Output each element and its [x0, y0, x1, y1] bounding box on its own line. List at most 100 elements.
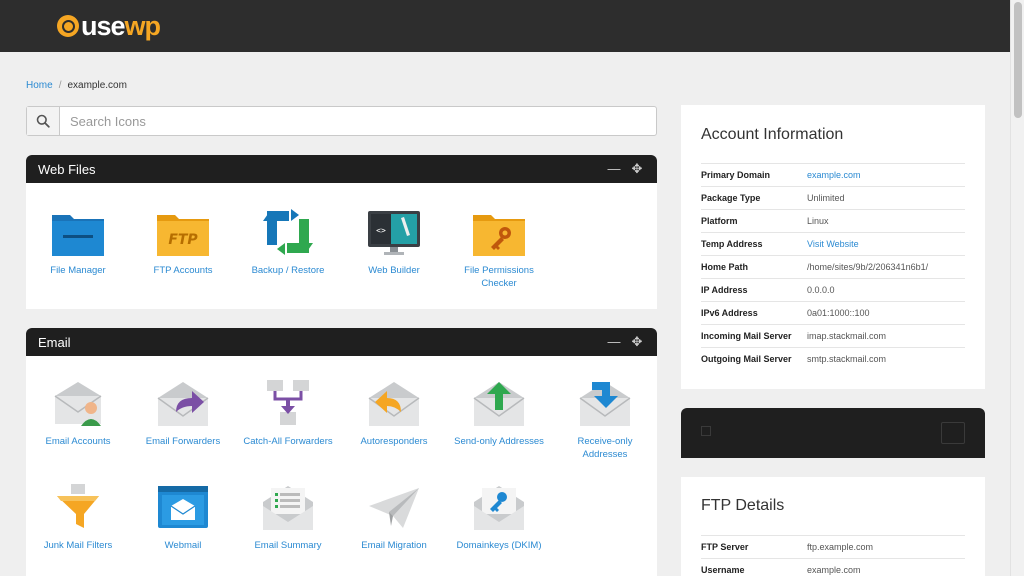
- item-label: Backup / Restore: [251, 265, 325, 276]
- info-row-incoming-mail-server: Incoming Mail Server imap.stackmail.com: [701, 324, 965, 347]
- item-label: Junk Mail Filters: [43, 540, 113, 551]
- panel-header: Email — ✥: [26, 328, 657, 356]
- info-row-primary-domain: Primary Domain example.com: [701, 163, 965, 186]
- receive-only-addresses-item[interactable]: Receive-only Addresses: [560, 376, 650, 461]
- item-label: Web Builder: [368, 265, 420, 276]
- scrollbar-thumb[interactable]: [1014, 2, 1022, 118]
- info-key: Primary Domain: [701, 170, 771, 180]
- usewp-logo[interactable]: usewp: [57, 10, 161, 42]
- backup-restore-icon: [260, 205, 316, 257]
- email-send-icon: [471, 376, 527, 428]
- info-value: smtp.stackmail.com: [807, 354, 887, 364]
- info-value: 0a01:1000::100: [807, 308, 870, 318]
- collapsed-panel[interactable]: [681, 408, 985, 458]
- paper-plane-icon: [366, 480, 422, 532]
- item-label: Domainkeys (DKIM): [456, 540, 542, 551]
- breadcrumb: Home / example.com: [26, 80, 127, 91]
- ftp-details-table: FTP Server ftp.example.com Username exam…: [701, 535, 965, 576]
- info-row-home-path: Home Path /home/sites/9b/2/206341n6b1/: [701, 255, 965, 278]
- folder-key-icon: [471, 205, 527, 257]
- info-key: Package Type: [701, 193, 761, 203]
- web-files-panel: Web Files — ✥ File Manager FTP FTP Accou…: [26, 155, 657, 309]
- item-label: File Permissions Checker: [464, 265, 534, 289]
- minimize-icon[interactable]: —: [607, 162, 621, 176]
- info-key: Home Path: [701, 262, 749, 272]
- panel-icon: [701, 426, 711, 436]
- info-row-temp-address: Temp Address Visit Website: [701, 232, 965, 255]
- info-key: Incoming Mail Server: [701, 331, 792, 341]
- item-label: Email Accounts: [45, 436, 111, 447]
- item-label: Email Migration: [361, 540, 427, 551]
- item-label: Catch-All Forwarders: [243, 436, 333, 447]
- search-bar: [26, 106, 657, 136]
- item-label: Receive-only Addresses: [577, 436, 633, 460]
- send-only-addresses-item[interactable]: Send-only Addresses: [454, 376, 544, 448]
- ftp-details-card: FTP Details FTP Server ftp.example.com U…: [681, 477, 985, 576]
- junk-mail-filters-item[interactable]: Junk Mail Filters: [33, 480, 123, 552]
- backup-restore-item[interactable]: Backup / Restore: [243, 205, 333, 277]
- info-row-package-type: Package Type Unlimited: [701, 186, 965, 209]
- move-icon[interactable]: ✥: [630, 335, 644, 349]
- logo-magnifier-icon: [57, 15, 79, 37]
- ftp-accounts-item[interactable]: FTP FTP Accounts: [138, 205, 228, 277]
- email-forwarders-item[interactable]: Email Forwarders: [138, 376, 228, 448]
- email-migration-item[interactable]: Email Migration: [349, 480, 439, 552]
- email-key-icon: [471, 480, 527, 532]
- panel-title: Web Files: [38, 161, 96, 177]
- email-panel: Email — ✥ Email Accounts Email Forwarder…: [26, 328, 657, 576]
- folder-ftp-icon: FTP: [155, 205, 211, 257]
- info-value: /home/sites/9b/2/206341n6b1/: [807, 262, 929, 272]
- info-row-username: Username example.com: [701, 558, 965, 576]
- search-icon[interactable]: [27, 107, 60, 135]
- info-value: example.com: [807, 565, 861, 575]
- email-summary-item[interactable]: Email Summary: [243, 480, 333, 552]
- panel-header: Web Files — ✥: [26, 155, 657, 183]
- svg-text:FTP: FTP: [168, 232, 198, 248]
- search-input[interactable]: [60, 107, 656, 135]
- info-key: Platform: [701, 216, 738, 226]
- item-label: Send-only Addresses: [454, 436, 544, 447]
- file-permissions-checker-item[interactable]: File Permissions Checker: [454, 205, 544, 290]
- info-key: FTP Server: [701, 542, 749, 552]
- primary-domain-link[interactable]: example.com: [807, 170, 861, 180]
- info-row-ip-address: IP Address 0.0.0.0: [701, 278, 965, 301]
- file-manager-item[interactable]: File Manager: [33, 205, 123, 277]
- folder-blue-icon: [50, 205, 106, 257]
- account-information-card: Account Information Primary Domain examp…: [681, 105, 985, 389]
- info-key: IPv6 Address: [701, 308, 758, 318]
- web-builder-icon: <>: [366, 205, 422, 257]
- webmail-item[interactable]: Webmail: [138, 480, 228, 552]
- panel-title: Email: [38, 334, 71, 350]
- email-user-icon: [50, 376, 106, 428]
- email-receive-icon: [577, 376, 633, 428]
- breadcrumb-home-link[interactable]: Home: [26, 80, 53, 91]
- minimize-icon[interactable]: —: [607, 335, 621, 349]
- card-title: Account Information: [701, 126, 844, 143]
- info-row-ftp-server: FTP Server ftp.example.com: [701, 535, 965, 558]
- page-scrollbar[interactable]: [1010, 0, 1024, 576]
- webmail-icon: [155, 480, 211, 532]
- info-value: imap.stackmail.com: [807, 331, 887, 341]
- move-icon[interactable]: ✥: [630, 162, 644, 176]
- catch-all-forwarders-item[interactable]: Catch-All Forwarders: [243, 376, 333, 448]
- email-accounts-item[interactable]: Email Accounts: [33, 376, 123, 448]
- info-value: 0.0.0.0: [807, 285, 835, 295]
- logo-text: usewp: [81, 10, 161, 41]
- info-key: Temp Address: [701, 239, 763, 249]
- domainkeys-dkim-item[interactable]: Domainkeys (DKIM): [454, 480, 544, 552]
- web-builder-item[interactable]: <> Web Builder: [349, 205, 439, 277]
- panel-toggle-button[interactable]: [941, 422, 965, 444]
- autoresponders-item[interactable]: Autoresponders: [349, 376, 439, 448]
- info-value: Unlimited: [807, 193, 845, 203]
- breadcrumb-separator: /: [58, 80, 62, 91]
- catch-all-icon: [260, 376, 316, 428]
- visit-website-link[interactable]: Visit Website: [807, 239, 859, 249]
- card-title: FTP Details: [701, 497, 785, 514]
- email-summary-icon: [260, 480, 316, 532]
- account-info-table: Primary Domain example.com Package Type …: [701, 163, 965, 370]
- item-label: Email Summary: [254, 540, 322, 551]
- info-key: IP Address: [701, 285, 748, 295]
- breadcrumb-current: example.com: [67, 80, 127, 91]
- info-key: Outgoing Mail Server: [701, 354, 792, 364]
- item-label: Email Forwarders: [145, 436, 221, 447]
